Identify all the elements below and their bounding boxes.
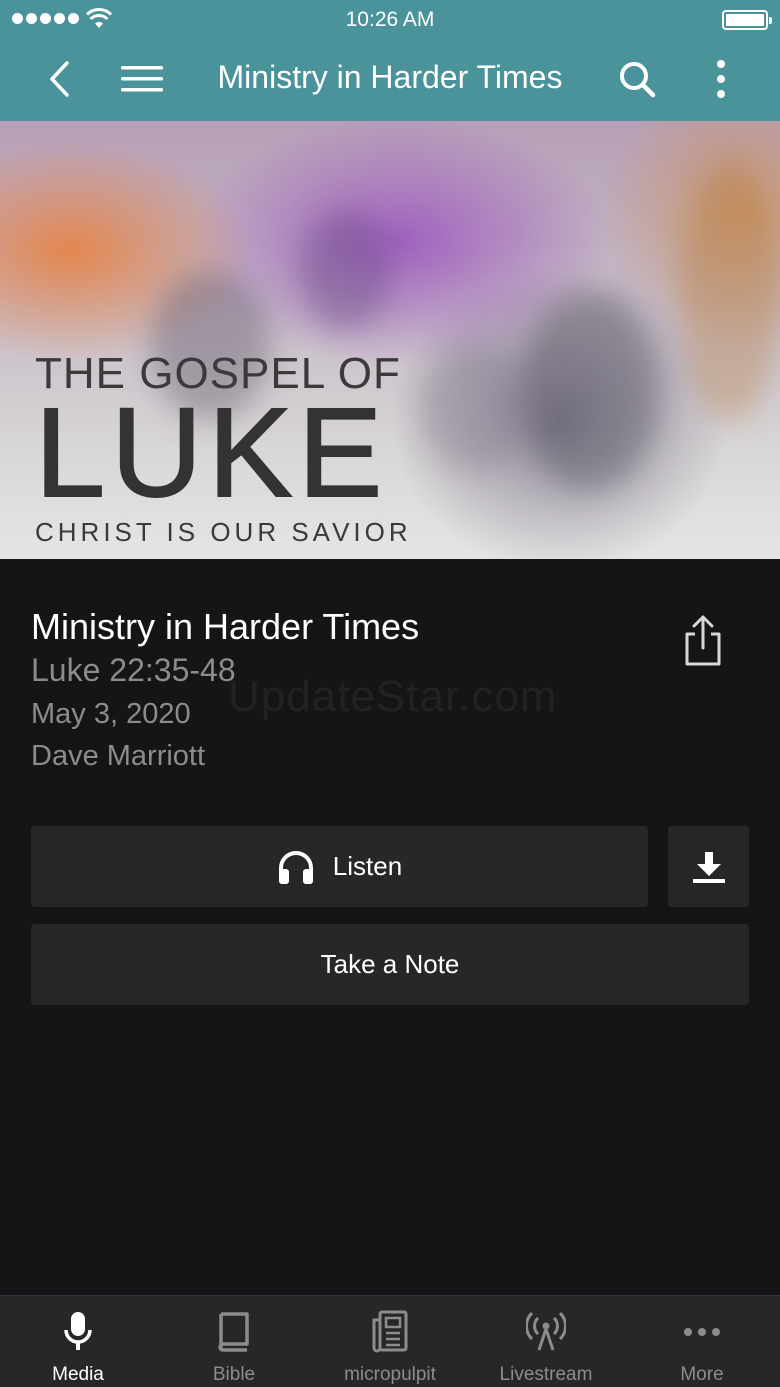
- headphones-icon: [278, 850, 313, 884]
- broadcast-icon: [526, 1311, 566, 1351]
- download-icon: [692, 851, 725, 883]
- tab-micropulpit[interactable]: micropulpit: [312, 1296, 468, 1387]
- book-icon: [218, 1312, 249, 1352]
- tab-label: Livestream: [499, 1364, 593, 1385]
- tab-label: More: [680, 1364, 724, 1385]
- microphone-icon: [64, 1312, 92, 1350]
- ellipsis-icon: [684, 1328, 720, 1336]
- more-options-button[interactable]: [696, 54, 746, 104]
- sermon-title: Ministry in Harder Times: [31, 606, 420, 647]
- battery-icon: [722, 10, 772, 30]
- status-time: 10:26 AM: [345, 8, 435, 31]
- chevron-left-icon: [50, 61, 69, 97]
- watermark: UpdateStar.com: [228, 672, 558, 721]
- newspaper-icon: [372, 1310, 408, 1353]
- tab-label: micropulpit: [344, 1364, 436, 1385]
- tab-bible[interactable]: Bible: [156, 1296, 312, 1387]
- app-header: 10:26 AM Ministry in Harder Times: [0, 0, 780, 121]
- tab-label: Media: [52, 1364, 104, 1385]
- tab-media[interactable]: Media: [0, 1296, 156, 1387]
- share-icon: [685, 615, 721, 666]
- series-title-art: THE GOSPEL OF LUKE CHRIST IS OUR SAVIOR: [34, 349, 412, 548]
- series-artwork: THE GOSPEL OF LUKE CHRIST IS OUR SAVIOR: [0, 121, 780, 559]
- status-bar: 10:26 AM: [0, 0, 780, 40]
- tab-more[interactable]: More: [624, 1296, 780, 1387]
- menu-button[interactable]: [117, 54, 167, 104]
- back-button[interactable]: [34, 54, 84, 104]
- take-note-button[interactable]: Take a Note: [31, 924, 749, 1005]
- sermon-speaker: Dave Marriott: [31, 740, 206, 772]
- hamburger-icon: [121, 66, 163, 92]
- page-title: Ministry in Harder Times: [217, 59, 563, 95]
- share-button[interactable]: [680, 614, 726, 668]
- bottom-tab-bar: Media Bible micropulpit Livestream More: [0, 1295, 780, 1387]
- series-subtitle: CHRIST IS OUR SAVIOR: [35, 517, 412, 547]
- download-button[interactable]: [668, 826, 749, 907]
- vertical-ellipsis-icon: [717, 60, 725, 98]
- search-icon: [620, 62, 656, 98]
- take-note-label: Take a Note: [320, 949, 460, 979]
- listen-label: Listen: [332, 851, 403, 881]
- search-button[interactable]: [612, 54, 662, 104]
- listen-button[interactable]: Listen: [31, 826, 648, 907]
- tab-label: Bible: [212, 1364, 256, 1385]
- series-title-line2: LUKE: [34, 382, 389, 523]
- tab-livestream[interactable]: Livestream: [468, 1296, 624, 1387]
